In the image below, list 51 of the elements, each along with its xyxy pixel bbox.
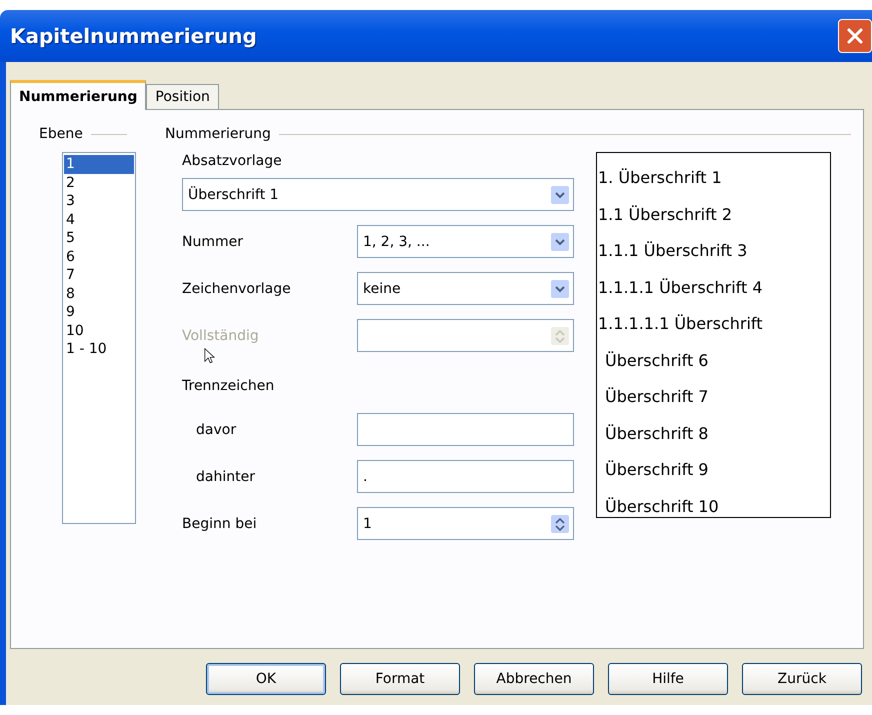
group-label: Nummerierung bbox=[165, 126, 271, 142]
spin-field[interactable]: 1 bbox=[357, 507, 574, 540]
level-item[interactable]: 2 bbox=[64, 174, 134, 192]
paragraph-style-dropdown[interactable]: Überschrift 1 bbox=[182, 178, 574, 211]
level-item[interactable]: 10 bbox=[64, 322, 134, 340]
window-title: Kapitelnummerierung bbox=[10, 24, 257, 48]
field-label: Nummer bbox=[182, 232, 244, 250]
spin-arrows-icon bbox=[551, 326, 569, 344]
level-item[interactable]: 5 bbox=[64, 229, 134, 248]
preview-line: Überschrift 8 bbox=[604, 422, 710, 444]
preview-line: Überschrift 10 bbox=[604, 496, 720, 518]
dialog-button[interactable]: Hilfe bbox=[608, 663, 728, 695]
dropdown[interactable]: keine bbox=[357, 272, 574, 305]
close-button[interactable] bbox=[838, 19, 872, 53]
field-label: davor bbox=[195, 420, 238, 438]
level-item[interactable]: 8 bbox=[64, 284, 134, 303]
preview-line: 1.1 Überschrift 2 bbox=[598, 204, 734, 226]
preview-line: 1.1.1.1 Überschrift 4 bbox=[598, 276, 764, 298]
preview-line: 1.1.1.1.1 Überschrift bbox=[598, 313, 764, 335]
mouse-cursor-icon bbox=[204, 348, 215, 364]
level-item[interactable]: 4 bbox=[64, 210, 134, 229]
preview-line: Überschrift 6 bbox=[604, 350, 710, 372]
dropdown[interactable]: 1, 2, 3, ... bbox=[357, 225, 574, 258]
field-label: Zeichenvorlage bbox=[182, 280, 292, 298]
dialog-button[interactable]: Zurück bbox=[742, 663, 862, 695]
field-label: Absatzvorlage bbox=[182, 152, 283, 170]
dialog-button[interactable]: Format bbox=[340, 663, 460, 695]
dialog-button[interactable]: OK bbox=[206, 663, 326, 695]
level-item[interactable]: 9 bbox=[64, 303, 134, 322]
preview-line: 1.1.1 Überschrift 3 bbox=[598, 240, 748, 262]
field-label: Vollständig bbox=[182, 326, 260, 344]
level-item[interactable]: 1 - 10 bbox=[64, 340, 134, 358]
level-item[interactable]: 6 bbox=[64, 248, 134, 266]
level-item[interactable]: 7 bbox=[64, 266, 134, 284]
preview-line: Überschrift 9 bbox=[604, 459, 710, 481]
preview-line: Überschrift 7 bbox=[604, 386, 710, 408]
close-icon bbox=[846, 27, 864, 45]
preview-line: 1. Überschrift 1 bbox=[598, 167, 723, 189]
spin-arrows-icon bbox=[551, 514, 569, 532]
tab[interactable]: Nummerierung bbox=[10, 80, 146, 110]
spin-field[interactable] bbox=[357, 319, 574, 352]
level-item[interactable]: 1 bbox=[64, 155, 134, 174]
level-item[interactable]: 3 bbox=[64, 192, 134, 210]
dialog-button[interactable]: Abbrechen bbox=[474, 663, 594, 695]
group-label: Ebene bbox=[39, 126, 83, 142]
input-field[interactable] bbox=[357, 413, 574, 446]
tab[interactable]: Position bbox=[146, 84, 219, 109]
input-field[interactable]: . bbox=[357, 460, 574, 493]
field-label: Beginn bei bbox=[182, 514, 258, 532]
section-label: Trennzeichen bbox=[182, 376, 274, 394]
field-label: dahinter bbox=[195, 468, 256, 486]
